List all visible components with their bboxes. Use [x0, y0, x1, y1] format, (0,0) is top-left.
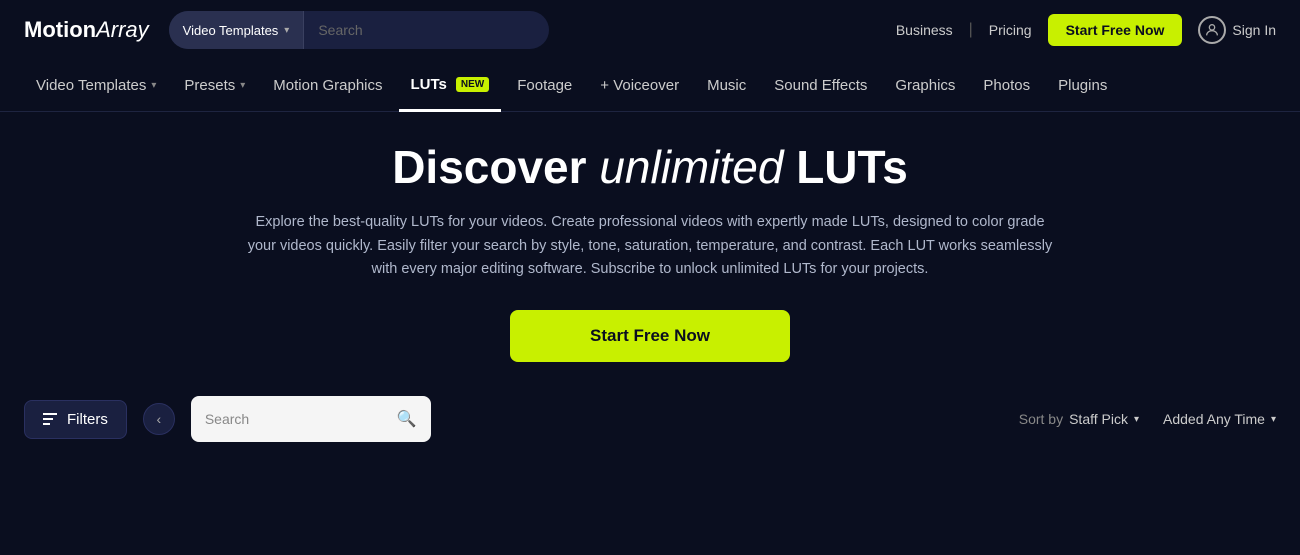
filters-label: Filters: [67, 411, 108, 428]
logo[interactable]: MotionArray: [24, 17, 149, 43]
nav-item-photos[interactable]: Photos: [971, 60, 1042, 112]
filters-button[interactable]: Filters: [24, 400, 127, 439]
search-wrapper: Video Templates ▾: [169, 11, 549, 49]
chevron-down-icon: ▾: [151, 80, 156, 91]
sort-prefix: Sort by: [1019, 411, 1063, 427]
divider: |: [969, 21, 973, 39]
logo-text-regular: Motion: [24, 17, 96, 42]
hero-title-end: LUTs: [783, 141, 907, 193]
logo-text-italic: Array: [96, 17, 149, 42]
hero-section: Discover unlimited LUTs Explore the best…: [0, 112, 1300, 382]
collapse-filters-button[interactable]: ‹: [143, 403, 175, 435]
nav-label: LUTs: [411, 76, 447, 93]
nav-label: + Voiceover: [600, 77, 679, 94]
business-link[interactable]: Business: [896, 22, 953, 38]
nav-label: Photos: [983, 77, 1030, 94]
nav-item-music[interactable]: Music: [695, 60, 758, 112]
sign-in-button[interactable]: Sign In: [1198, 16, 1276, 44]
hero-title-italic: unlimited: [599, 141, 783, 193]
nav-item-sound-effects[interactable]: Sound Effects: [762, 60, 879, 112]
secondary-search-bar: 🔍: [191, 396, 431, 442]
nav-item-luts[interactable]: LUTs NEW: [399, 60, 502, 112]
sort-dropdown[interactable]: Sort by Staff Pick ▾: [1019, 411, 1139, 427]
search-icon: 🔍: [397, 409, 417, 429]
top-bar-right: Business | Pricing Start Free Now Sign I…: [896, 14, 1276, 46]
search-category-label: Video Templates: [183, 23, 279, 38]
nav-item-voiceover[interactable]: + Voiceover: [588, 60, 691, 112]
chevron-down-icon: ▾: [1271, 414, 1276, 425]
nav-label: Presets: [184, 77, 235, 94]
hero-title-normal: Discover: [392, 141, 599, 193]
pricing-link[interactable]: Pricing: [989, 22, 1032, 38]
start-free-top-button[interactable]: Start Free Now: [1048, 14, 1183, 46]
account-icon: [1198, 16, 1226, 44]
search-input[interactable]: [304, 11, 548, 49]
nav-label: Footage: [517, 77, 572, 94]
added-time-label: Added Any Time: [1163, 411, 1265, 427]
nav-label: Video Templates: [36, 77, 146, 94]
top-bar: MotionArray Video Templates ▾ Business |…: [0, 0, 1300, 60]
chevron-down-icon: ▾: [240, 80, 245, 91]
nav-label: Graphics: [895, 77, 955, 94]
filters-right: Sort by Staff Pick ▾ Added Any Time ▾: [1019, 411, 1276, 427]
nav-item-graphics[interactable]: Graphics: [883, 60, 967, 112]
chevron-left-icon: ‹: [157, 411, 162, 427]
nav-item-presets[interactable]: Presets ▾: [172, 60, 257, 112]
nav-item-motion-graphics[interactable]: Motion Graphics: [261, 60, 394, 112]
nav-bar: Video Templates ▾ Presets ▾ Motion Graph…: [0, 60, 1300, 112]
nav-label: Motion Graphics: [273, 77, 382, 94]
search-category-dropdown[interactable]: Video Templates ▾: [169, 11, 305, 49]
nav-label: Plugins: [1058, 77, 1107, 94]
hero-description: Explore the best-quality LUTs for your v…: [240, 211, 1060, 283]
hero-title: Discover unlimited LUTs: [392, 142, 908, 193]
nav-item-plugins[interactable]: Plugins: [1046, 60, 1119, 112]
nav-label: Music: [707, 77, 746, 94]
filters-icon: [43, 413, 57, 425]
sort-value: Staff Pick: [1069, 411, 1128, 427]
sign-in-label: Sign In: [1232, 22, 1276, 38]
nav-item-footage[interactable]: Footage: [505, 60, 584, 112]
start-free-hero-button[interactable]: Start Free Now: [510, 310, 790, 362]
chevron-down-icon: ▾: [284, 25, 289, 36]
secondary-search-input[interactable]: [205, 411, 389, 427]
filters-bar: Filters ‹ 🔍 Sort by Staff Pick ▾ Added A…: [0, 382, 1300, 456]
nav-item-video-templates[interactable]: Video Templates ▾: [24, 60, 168, 112]
chevron-down-icon: ▾: [1134, 414, 1139, 425]
new-badge: NEW: [456, 77, 489, 92]
added-time-dropdown[interactable]: Added Any Time ▾: [1163, 411, 1276, 427]
nav-label: Sound Effects: [774, 77, 867, 94]
